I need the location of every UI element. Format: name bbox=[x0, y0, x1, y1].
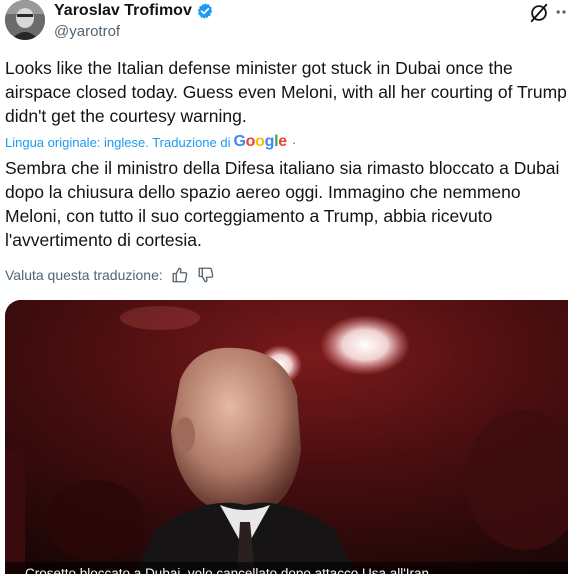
meta-separator: · bbox=[291, 134, 297, 150]
rate-translation-label: Valuta questa traduzione: bbox=[5, 267, 163, 283]
translated-line: Sembra che il ministro della Difesa ital… bbox=[5, 158, 560, 178]
translation-source: Lingua originale: inglese. Traduzione di… bbox=[5, 132, 296, 152]
tweet-header: Yaroslav Trofimov @yarotrof bbox=[5, 0, 568, 44]
thumbs-down-icon[interactable] bbox=[197, 266, 215, 284]
author-display-name[interactable]: Yaroslav Trofimov bbox=[54, 1, 192, 21]
translated-line: l'avvertimento di cortesia. bbox=[5, 230, 202, 250]
rate-translation: Valuta questa traduzione: bbox=[5, 265, 215, 285]
avatar[interactable] bbox=[5, 0, 45, 40]
thumbs-up-icon[interactable] bbox=[171, 266, 189, 284]
avatar-photo bbox=[5, 0, 45, 40]
translation-meta-label[interactable]: Lingua originale: inglese. Traduzione di bbox=[5, 135, 231, 150]
author-info: Yaroslav Trofimov @yarotrof bbox=[54, 1, 214, 42]
translated-text: Sembra che il ministro della Difesa ital… bbox=[5, 156, 568, 252]
tweet-line: Looks like the Italian defense minister … bbox=[5, 58, 513, 78]
google-logo: Google bbox=[233, 133, 288, 150]
translated-line: Meloni, con tutto il suo corteggiamento … bbox=[5, 206, 493, 226]
verified-badge-icon[interactable] bbox=[196, 2, 214, 20]
more-options-icon[interactable] bbox=[554, 2, 568, 22]
tweet-line: didn't get the courtesy warning. bbox=[5, 106, 247, 126]
news-photo bbox=[5, 300, 568, 574]
tweet-line: airspace closed today. Guess even Meloni… bbox=[5, 82, 568, 102]
tweet-text: Looks like the Italian defense minister … bbox=[5, 56, 568, 128]
media-caption: Crosetto bloccato a Dubai, volo cancella… bbox=[5, 562, 568, 574]
grok-icon[interactable] bbox=[528, 2, 550, 24]
translated-line: dopo la chiusura dello spazio aereo oggi… bbox=[5, 182, 521, 202]
media-card[interactable]: Crosetto bloccato a Dubai, volo cancella… bbox=[5, 300, 568, 574]
author-handle[interactable]: @yarotrof bbox=[54, 22, 214, 42]
